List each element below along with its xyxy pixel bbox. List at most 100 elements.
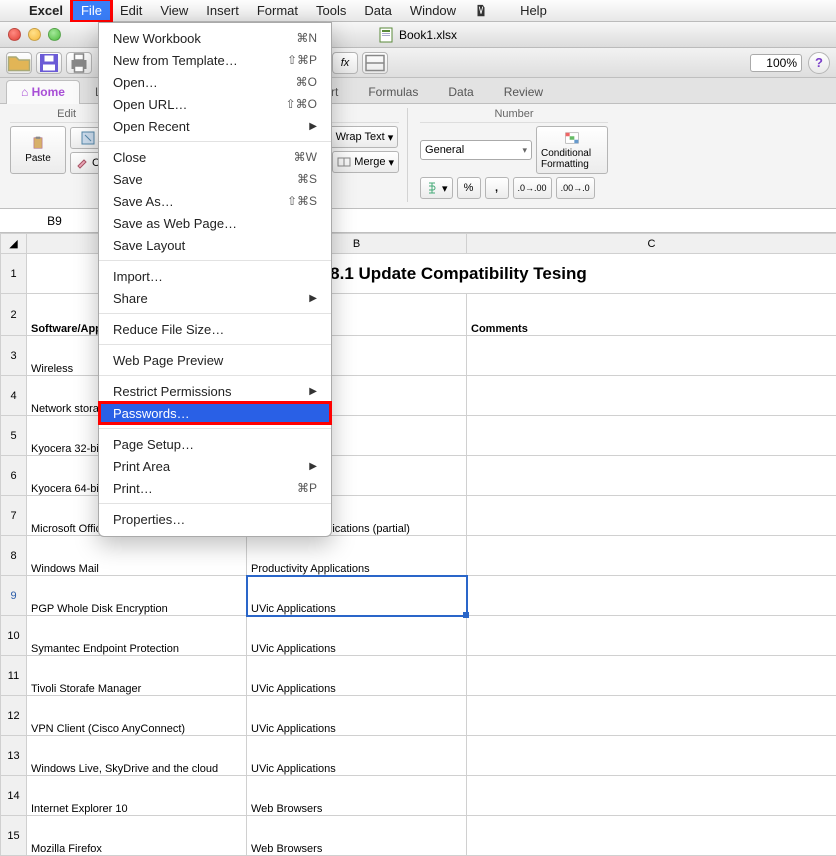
- qat-show-formula-button[interactable]: [362, 52, 388, 74]
- menu-reduce-file-size[interactable]: Reduce File Size…: [99, 318, 331, 340]
- menu-view[interactable]: View: [151, 0, 197, 21]
- cell[interactable]: Windows Mail: [27, 536, 247, 576]
- cell[interactable]: [467, 536, 836, 576]
- cell[interactable]: [467, 776, 836, 816]
- row-header[interactable]: 2: [1, 294, 27, 336]
- cell[interactable]: Comments: [467, 294, 836, 336]
- menu-passwords[interactable]: Passwords…: [99, 402, 331, 424]
- cell[interactable]: Mozilla Firefox: [27, 816, 247, 856]
- row-header[interactable]: 7: [1, 496, 27, 536]
- cell[interactable]: [467, 456, 836, 496]
- cell[interactable]: [467, 696, 836, 736]
- cell[interactable]: [467, 576, 836, 616]
- menu-close[interactable]: Close⌘W: [99, 146, 331, 168]
- menu-help[interactable]: Help: [511, 0, 556, 21]
- cell[interactable]: Symantec Endpoint Protection: [27, 616, 247, 656]
- menu-print-area[interactable]: Print Area▶: [99, 455, 331, 477]
- row-header[interactable]: 10: [1, 616, 27, 656]
- cell[interactable]: PGP Whole Disk Encryption: [27, 576, 247, 616]
- menu-page-setup[interactable]: Page Setup…: [99, 433, 331, 455]
- cell[interactable]: UVic Applications: [247, 696, 467, 736]
- cell[interactable]: VPN Client (Cisco AnyConnect): [27, 696, 247, 736]
- menu-restrict-permissions[interactable]: Restrict Permissions▶: [99, 380, 331, 402]
- col-header-c[interactable]: C: [467, 234, 836, 254]
- menu-open[interactable]: Open…⌘O: [99, 71, 331, 93]
- cell[interactable]: UVic Applications: [247, 616, 467, 656]
- menu-save[interactable]: Save⌘S: [99, 168, 331, 190]
- increase-decimal-button[interactable]: .0→.00: [513, 177, 552, 199]
- cell[interactable]: [467, 616, 836, 656]
- menu-save-layout[interactable]: Save Layout: [99, 234, 331, 256]
- cell[interactable]: Windows Live, SkyDrive and the cloud: [27, 736, 247, 776]
- qat-print-button[interactable]: [66, 52, 92, 74]
- cell[interactable]: [467, 376, 836, 416]
- cell[interactable]: UVic Applications: [247, 736, 467, 776]
- select-all-corner[interactable]: ◢: [1, 234, 27, 254]
- conditional-formatting-button[interactable]: Conditional Formatting: [536, 126, 608, 174]
- selected-cell[interactable]: UVic Applications: [247, 576, 467, 616]
- menu-share[interactable]: Share▶: [99, 287, 331, 309]
- cell[interactable]: [467, 656, 836, 696]
- cell[interactable]: Windows 8.1 Update Compatibility Tesing: [247, 254, 836, 294]
- qat-save-button[interactable]: [36, 52, 62, 74]
- row-header[interactable]: 12: [1, 696, 27, 736]
- menu-tools[interactable]: Tools: [307, 0, 355, 21]
- menu-format[interactable]: Format: [248, 0, 307, 21]
- row-header[interactable]: 8: [1, 536, 27, 576]
- menu-data[interactable]: Data: [355, 0, 400, 21]
- cell[interactable]: UVic Applications: [247, 656, 467, 696]
- merge-button[interactable]: Merge▾: [332, 151, 399, 173]
- row-header[interactable]: 1: [1, 254, 27, 294]
- menu-edit[interactable]: Edit: [111, 0, 151, 21]
- name-box[interactable]: B9: [0, 209, 110, 232]
- row-header[interactable]: 3: [1, 336, 27, 376]
- menu-open-url[interactable]: Open URL…⇧⌘O: [99, 93, 331, 115]
- menu-save-web[interactable]: Save as Web Page…: [99, 212, 331, 234]
- cell[interactable]: [467, 416, 836, 456]
- menu-file[interactable]: File: [72, 0, 111, 21]
- number-format-select[interactable]: General▾: [420, 140, 532, 160]
- app-name[interactable]: Excel: [20, 3, 72, 18]
- menu-print[interactable]: Print…⌘P: [99, 477, 331, 499]
- row-header[interactable]: 15: [1, 816, 27, 856]
- paste-button[interactable]: Paste: [10, 126, 66, 174]
- row-header[interactable]: 4: [1, 376, 27, 416]
- menu-insert[interactable]: Insert: [197, 0, 248, 21]
- menu-properties[interactable]: Properties…: [99, 508, 331, 530]
- cell[interactable]: [467, 336, 836, 376]
- menu-new-workbook[interactable]: New Workbook⌘N: [99, 27, 331, 49]
- zoom-input[interactable]: [750, 54, 802, 72]
- percent-button[interactable]: %: [457, 177, 481, 199]
- cell[interactable]: [467, 816, 836, 856]
- tab-formulas[interactable]: Formulas: [353, 80, 433, 104]
- menu-window[interactable]: Window: [401, 0, 465, 21]
- row-header[interactable]: 11: [1, 656, 27, 696]
- menu-open-recent[interactable]: Open Recent▶: [99, 115, 331, 137]
- menu-new-from-template[interactable]: New from Template…⇧⌘P: [99, 49, 331, 71]
- row-header[interactable]: 5: [1, 416, 27, 456]
- qat-open-button[interactable]: [6, 52, 32, 74]
- row-header[interactable]: 6: [1, 456, 27, 496]
- qat-fx-button[interactable]: fx: [332, 52, 358, 74]
- comma-button[interactable]: ,: [485, 177, 509, 199]
- row-header[interactable]: 13: [1, 736, 27, 776]
- cell[interactable]: [467, 496, 836, 536]
- row-header[interactable]: 9: [1, 576, 27, 616]
- currency-button[interactable]: ▾: [420, 177, 453, 199]
- cell[interactable]: Productivity Applications: [247, 536, 467, 576]
- tab-home[interactable]: Home: [6, 80, 80, 104]
- row-header[interactable]: 14: [1, 776, 27, 816]
- menu-save-as[interactable]: Save As…⇧⌘S: [99, 190, 331, 212]
- decrease-decimal-button[interactable]: .00→.0: [556, 177, 595, 199]
- cell[interactable]: Tivoli Storafe Manager: [27, 656, 247, 696]
- menu-import[interactable]: Import…: [99, 265, 331, 287]
- cell[interactable]: Web Browsers: [247, 816, 467, 856]
- menu-web-page-preview[interactable]: Web Page Preview: [99, 349, 331, 371]
- tab-review[interactable]: Review: [489, 80, 558, 104]
- menu-scripts-icon[interactable]: [465, 0, 497, 21]
- cell[interactable]: Internet Explorer 10: [27, 776, 247, 816]
- cell[interactable]: [467, 736, 836, 776]
- qat-help-button[interactable]: ?: [808, 52, 830, 74]
- cell[interactable]: Web Browsers: [247, 776, 467, 816]
- tab-data[interactable]: Data: [433, 80, 488, 104]
